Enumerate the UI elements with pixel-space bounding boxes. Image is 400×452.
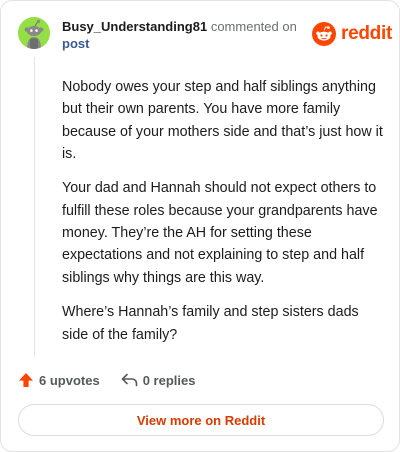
reply-count: 0 replies — [142, 372, 196, 388]
comment-paragraph: Where’s Hannah’s family and step sisters… — [62, 304, 359, 343]
comment-author-line: Busy_Understanding81 commented on — [62, 18, 297, 35]
snoo-avatar-icon — [18, 17, 50, 49]
reply-arrow-icon — [121, 373, 137, 387]
comment-paragraph: Nobody owes your step and half siblings … — [62, 79, 383, 162]
post-link[interactable]: post — [62, 35, 89, 52]
comment-body: Nobody owes your step and half siblings … — [62, 76, 384, 358]
reddit-wordmark: reddit — [341, 23, 392, 44]
upvote-count: 6 upvotes — [39, 372, 100, 388]
upvote-arrow-icon — [19, 373, 33, 387]
comment-paragraph: Your dad and Hannah should not expect ot… — [62, 180, 378, 286]
thread-line — [34, 57, 35, 357]
reddit-logo-icon — [312, 22, 336, 46]
commented-on-text: commented on — [210, 19, 297, 34]
avatar[interactable] — [18, 17, 50, 49]
comment-actions: 6 upvotes 0 replies — [18, 370, 195, 390]
embedded-comment-card: Busy_Understanding81 commented on post r… — [0, 0, 400, 452]
view-more-button[interactable]: View more on Reddit — [18, 404, 384, 436]
username-link[interactable]: Busy_Understanding81 — [62, 19, 207, 34]
upvote-button[interactable]: 6 upvotes — [18, 372, 100, 388]
replies-button[interactable]: 0 replies — [121, 372, 196, 388]
reddit-brand[interactable]: reddit — [312, 21, 392, 47]
